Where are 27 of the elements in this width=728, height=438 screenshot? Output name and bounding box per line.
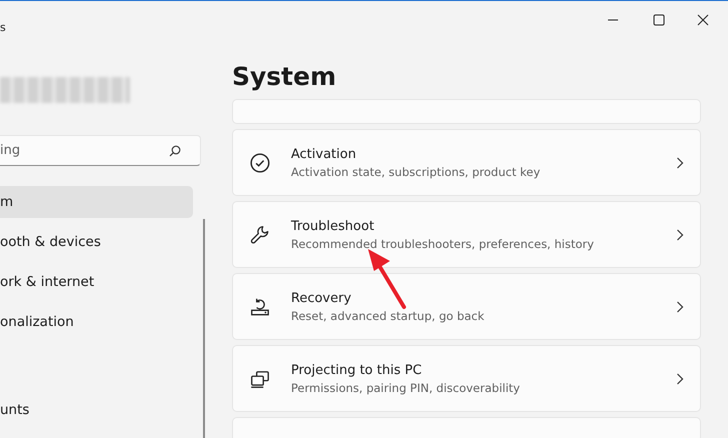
nav-item[interactable]: onalization xyxy=(0,306,193,338)
nav-item[interactable]: unts xyxy=(0,394,193,426)
settings-card[interactable]: Troubleshoot Recommended troubleshooters, preferences, history xyxy=(232,201,701,268)
settings-card[interactable]: Recovery Reset, advanced startup, go back xyxy=(232,273,701,340)
card-title: Projecting to this PC xyxy=(291,362,423,378)
nav-item[interactable]: ork & internet xyxy=(0,266,193,298)
search-icon xyxy=(169,145,181,157)
card-title: Recovery xyxy=(291,290,352,306)
search-field[interactable]: ing xyxy=(0,135,201,166)
chevron-icon xyxy=(676,156,684,168)
card-description: Permissions, pairing PIN, discoverability xyxy=(291,380,521,394)
card-description: Activation state, subscriptions, product key xyxy=(291,164,542,178)
nav-item[interactable]: m xyxy=(0,186,193,218)
card-description: Reset, advanced startup, go back xyxy=(291,308,486,322)
wrench-icon xyxy=(249,224,271,246)
card-title: Activation xyxy=(291,146,358,162)
chevron-icon xyxy=(676,228,684,240)
settings-card[interactable]: Projecting to this PC Permissions, pairing PIN, discoverability xyxy=(232,345,701,412)
settings-card[interactable]: Activation Activation state, subscriptions, product key xyxy=(232,129,701,196)
chevron-icon xyxy=(676,300,684,312)
chevron-icon xyxy=(676,372,684,384)
card-title: Troubleshoot xyxy=(291,218,376,234)
card-description: Recommended troubleshooters, preferences, history xyxy=(291,236,595,250)
check-circle-icon xyxy=(249,152,271,174)
page-title: System xyxy=(232,61,338,93)
nav-item[interactable]: ooth & devices xyxy=(0,226,193,258)
window-title: s xyxy=(0,21,7,35)
